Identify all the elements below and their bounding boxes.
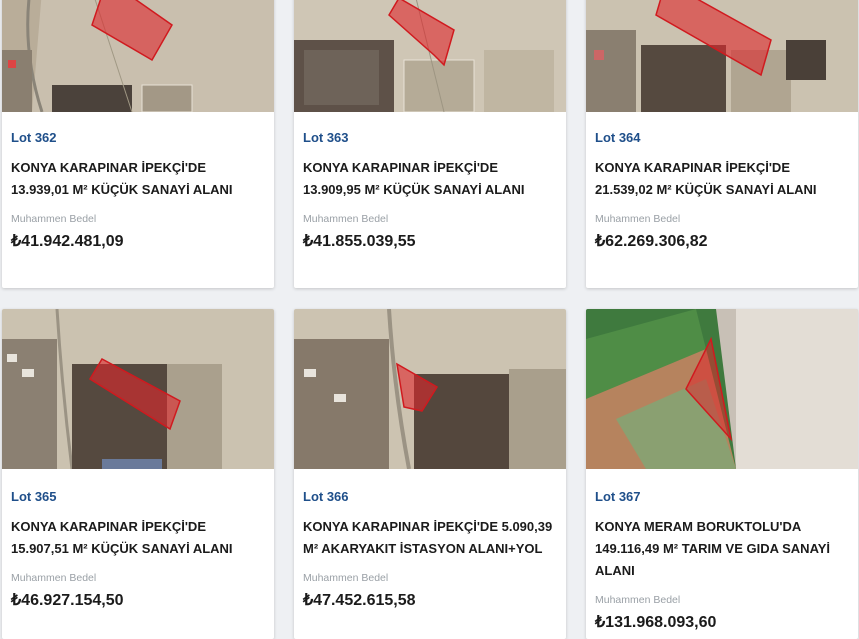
lot-number: Lot 365 <box>11 489 57 504</box>
lot-title[interactable]: KONYA KARAPINAR İPEKÇİ'DE 13.939,01 M² K… <box>11 157 265 201</box>
estimated-value-label: Muhammen Bedel <box>303 213 389 225</box>
lot-title[interactable]: KONYA KARAPINAR İPEKÇİ'DE 13.909,95 M² K… <box>303 157 557 201</box>
lot-price: ₺41.855.039,55 <box>303 233 416 250</box>
lot-card[interactable]: Lot 363 KONYA KARAPINAR İPEKÇİ'DE 13.909… <box>294 0 566 288</box>
lot-price: ₺41.942.481,09 <box>11 233 124 250</box>
lot-price: ₺62.269.306,82 <box>595 233 708 250</box>
parcel-map-image[interactable] <box>2 0 274 112</box>
estimated-value-label: Muhammen Bedel <box>595 213 681 225</box>
lot-number: Lot 363 <box>303 130 349 145</box>
lot-card[interactable]: Lot 366 KONYA KARAPINAR İPEKÇİ'DE 5.090,… <box>294 309 566 639</box>
parcel-map-image[interactable] <box>294 309 566 469</box>
lot-title[interactable]: KONYA KARAPINAR İPEKÇİ'DE 21.539,02 M² K… <box>595 157 849 201</box>
lot-number: Lot 366 <box>303 489 349 504</box>
lot-card[interactable]: Lot 364 KONYA KARAPINAR İPEKÇİ'DE 21.539… <box>586 0 858 288</box>
estimated-value-label: Muhammen Bedel <box>303 572 389 584</box>
lot-grid: Lot 362 KONYA KARAPINAR İPEKÇİ'DE 13.939… <box>0 0 859 639</box>
lot-card[interactable]: Lot 367 KONYA MERAM BORUKTOLU'DA 149.116… <box>586 309 858 639</box>
lot-number: Lot 367 <box>595 489 641 504</box>
lot-number: Lot 364 <box>595 130 641 145</box>
parcel-map-image[interactable] <box>586 309 858 469</box>
lot-card[interactable]: Lot 362 KONYA KARAPINAR İPEKÇİ'DE 13.939… <box>2 0 274 288</box>
parcel-map-image[interactable] <box>2 309 274 469</box>
lot-title[interactable]: KONYA KARAPINAR İPEKÇİ'DE 5.090,39 M² AK… <box>303 516 557 560</box>
lot-price: ₺47.452.615,58 <box>303 592 416 609</box>
lot-title[interactable]: KONYA KARAPINAR İPEKÇİ'DE 15.907,51 M² K… <box>11 516 265 560</box>
estimated-value-label: Muhammen Bedel <box>595 594 681 606</box>
lot-price: ₺131.968.093,60 <box>595 614 717 631</box>
parcel-map-image[interactable] <box>586 0 858 112</box>
estimated-value-label: Muhammen Bedel <box>11 572 97 584</box>
parcel-map-image[interactable] <box>294 0 566 112</box>
lot-price: ₺46.927.154,50 <box>11 592 124 609</box>
lot-number: Lot 362 <box>11 130 57 145</box>
lot-title[interactable]: KONYA MERAM BORUKTOLU'DA 149.116,49 M² T… <box>595 516 849 582</box>
lot-card[interactable]: Lot 365 KONYA KARAPINAR İPEKÇİ'DE 15.907… <box>2 309 274 639</box>
estimated-value-label: Muhammen Bedel <box>11 213 97 225</box>
